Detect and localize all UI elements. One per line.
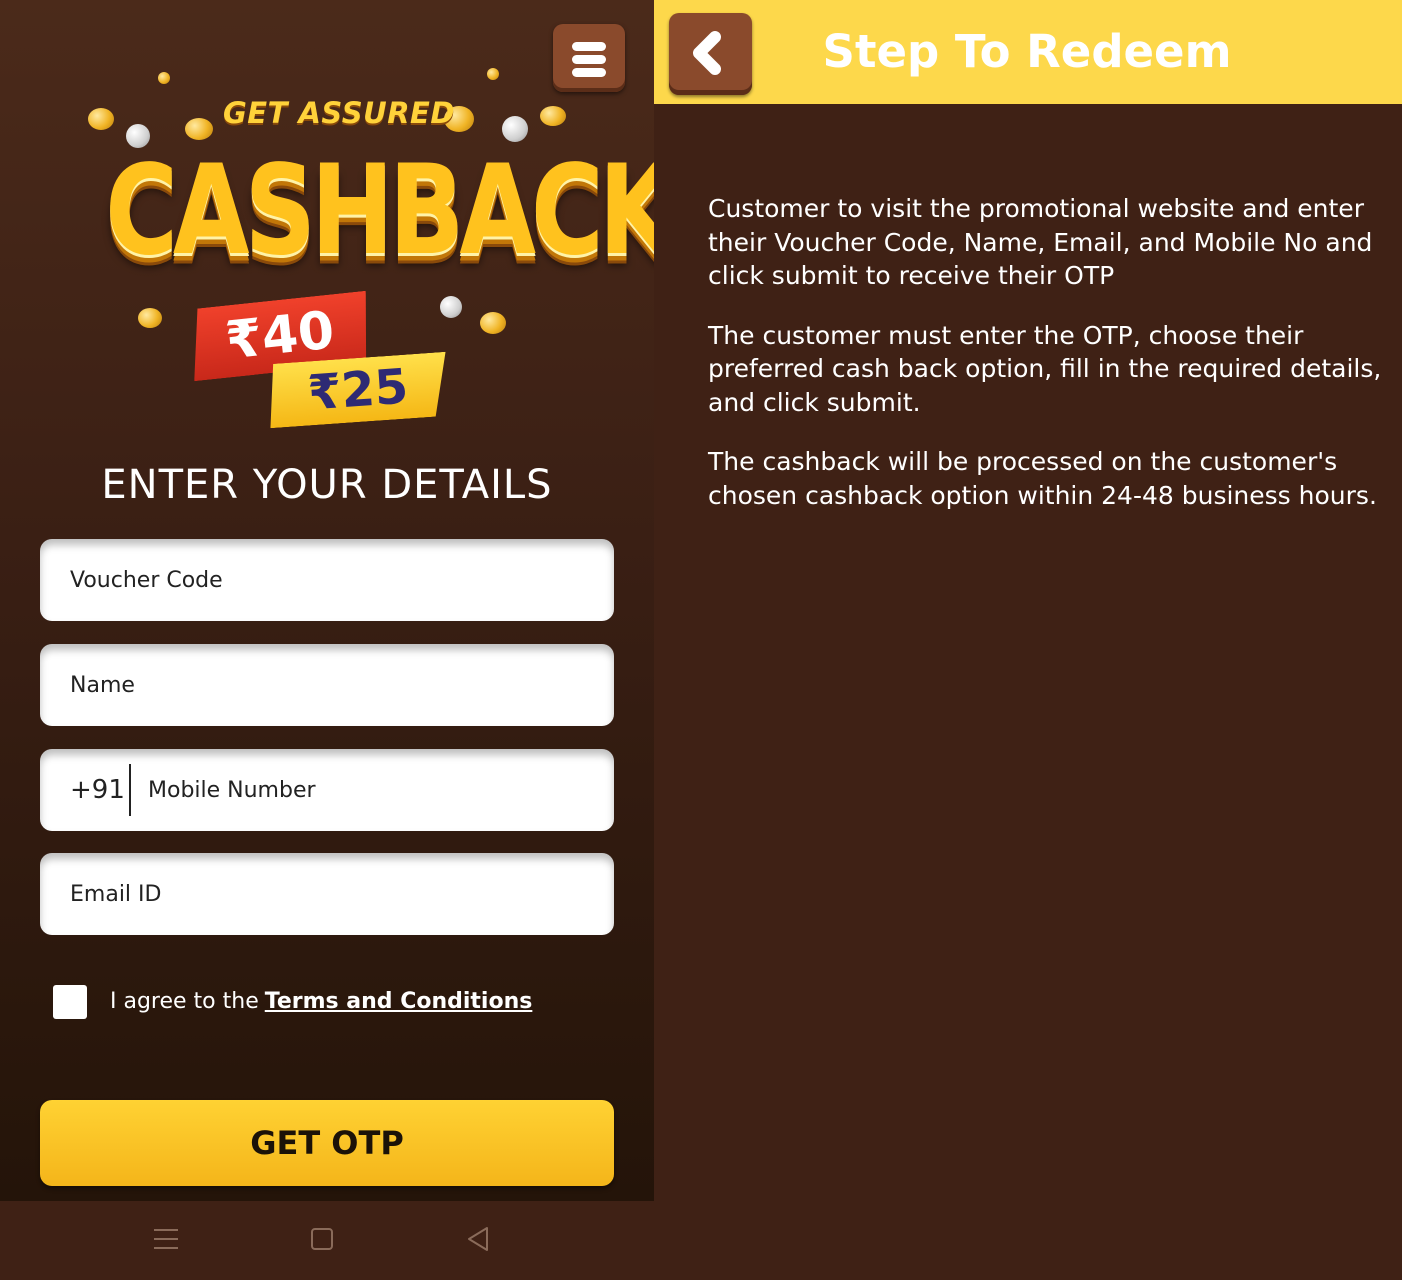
page-title: Step To Redeem [822,25,1232,78]
terms-checkbox[interactable] [53,985,87,1019]
step-text: The cashback will be processed on the cu… [708,447,1377,510]
redeem-steps: Customer to visit the promotional websit… [708,192,1384,538]
home-icon[interactable] [310,1222,334,1256]
form-heading: ENTER YOUR DETAILS [101,462,553,508]
banner-tagline: GET ASSURED [223,96,455,130]
price-secondary: ₹25 [306,358,410,422]
cashback-banner: GET ASSURED CASHBACK ₹40 ₹25 [40,60,654,450]
mobile-field: +91 [40,749,614,831]
country-code: +91 [70,775,125,805]
country-code-divider [129,764,131,816]
email-field [40,853,614,935]
voucher-form-screen: GET ASSURED CASHBACK ₹40 ₹25 ENTER YOUR … [0,0,654,1201]
coin-decoration [540,106,566,126]
coin-decoration [440,296,462,318]
banner-headline: CASHBACK [105,137,654,283]
back-button[interactable] [669,13,752,95]
coin-decoration [487,68,499,80]
mobile-number-input[interactable] [40,749,614,831]
coin-decoration [158,72,170,84]
step-text: The customer must enter the OTP, choose … [708,320,1382,417]
terms-link[interactable]: Terms and Conditions [265,989,533,1014]
top-bar: Step To Redeem [654,0,1402,104]
redeem-steps-screen: Step To Redeem Customer to visit the pro… [654,0,1402,1280]
name-input[interactable] [40,644,614,726]
step-text: Customer to visit the promotional websit… [708,194,1373,290]
back-triangle-icon[interactable] [464,1222,492,1256]
chevron-left-icon [693,30,721,75]
voucher-code-input[interactable] [40,539,614,621]
recent-apps-icon[interactable] [150,1222,182,1256]
voucher-code-field [40,539,614,621]
terms-agreement: I agree to the Terms and Conditions [110,985,532,1019]
terms-agreement-label: I agree to the [110,989,259,1014]
name-field [40,644,614,726]
get-otp-button[interactable]: GET OTP [40,1100,614,1186]
coin-decoration [480,312,506,334]
coin-decoration [88,108,114,130]
email-input[interactable] [40,853,614,935]
coin-decoration [138,308,162,328]
